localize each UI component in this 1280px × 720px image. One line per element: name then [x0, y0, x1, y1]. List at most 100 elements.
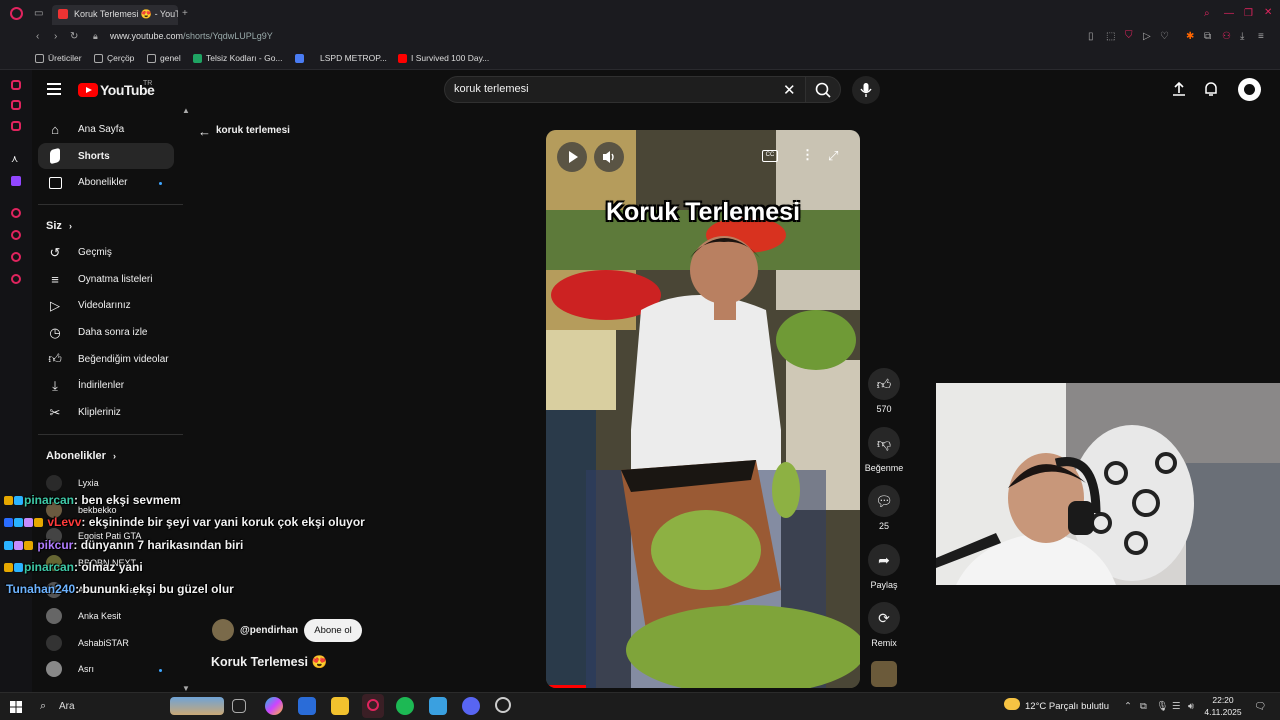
copilot-icon[interactable]	[265, 697, 283, 715]
sidebar-subscriptions-heading[interactable]: Abonelikler ›	[46, 450, 116, 462]
search-query[interactable]: koruk terlemesi	[454, 83, 529, 95]
sidebar-settings-icon[interactable]	[11, 274, 21, 284]
url-field[interactable]: www.youtube.com/shorts/YqdwLUPLg9Y	[110, 31, 273, 41]
search-button[interactable]	[805, 76, 841, 103]
sidebar-item-history[interactable]: Geçmiş	[78, 247, 112, 258]
captions-icon[interactable]: CC	[762, 150, 778, 162]
bookmark-item[interactable]: I Survived 100 Day...	[411, 53, 489, 63]
obs-icon[interactable]	[495, 697, 511, 713]
fullscreen-icon[interactable]: ⤢	[828, 148, 838, 164]
maximize-icon[interactable]: ❐	[1244, 8, 1253, 19]
back-to-search-link[interactable]: koruk terlemesi	[216, 125, 290, 136]
sidebar-player-icon[interactable]	[11, 208, 21, 218]
sidebar-scroll-up-icon[interactable]: ▲	[182, 106, 190, 115]
sidebar-messenger-icon[interactable]	[11, 100, 21, 110]
search-tabs-icon[interactable]: ⌕	[1204, 8, 1210, 19]
hamburger-menu-icon[interactable]	[47, 83, 61, 95]
bookmark-icon[interactable]: ▯	[1088, 31, 1094, 42]
app-icon[interactable]	[429, 697, 447, 715]
network-icon[interactable]: ☰	[1172, 701, 1181, 712]
volume-tray-icon[interactable]: 🔊︎	[1188, 701, 1194, 712]
progress-bar[interactable]	[546, 685, 586, 688]
dislike-button[interactable]: 👎︎	[868, 427, 900, 459]
bookmark-item[interactable]: Çerçöp	[107, 53, 134, 63]
screenshot-icon[interactable]: ⬚	[1106, 31, 1115, 42]
sidebar-ai-icon[interactable]: ⋏	[11, 154, 21, 165]
weather-icon[interactable]	[1004, 698, 1020, 710]
remix-button[interactable]: ⟳	[868, 602, 900, 634]
like-button[interactable]: 👍︎	[868, 368, 900, 400]
extension-icon[interactable]: ✱	[1186, 31, 1194, 42]
youtube-logo-icon[interactable]	[78, 83, 98, 97]
channel-name[interactable]: @pendirhan	[240, 625, 298, 636]
windows-start-icon[interactable]	[10, 700, 22, 718]
sidebar-history-icon[interactable]	[11, 230, 21, 240]
bookmark-item[interactable]: Üreticiler	[48, 53, 82, 63]
heart-icon[interactable]: ♡	[1160, 31, 1169, 42]
clear-search-icon[interactable]: ✕	[783, 81, 796, 99]
close-window-icon[interactable]: ✕	[1264, 7, 1272, 18]
reload-icon[interactable]: ↻	[70, 31, 78, 42]
tray-chevron-icon[interactable]: ⌃	[1124, 701, 1132, 712]
taskbar-search-label[interactable]: Ara	[59, 701, 75, 712]
channel-avatar[interactable]	[212, 619, 234, 641]
browser-tab[interactable]: Koruk Terlemesi 😍 - YouTube	[52, 5, 178, 25]
share-button[interactable]: ➦	[868, 544, 900, 576]
subscription-channel[interactable]: Asrı	[78, 664, 94, 674]
tab-list-icon[interactable]: ▭	[34, 8, 43, 19]
discord-icon[interactable]	[462, 697, 480, 715]
store-icon[interactable]	[298, 697, 316, 715]
task-view-icon[interactable]	[232, 699, 246, 713]
subscription-channel[interactable]: Lyxia	[78, 478, 99, 488]
file-explorer-icon[interactable]	[331, 697, 349, 715]
more-options-icon[interactable]: ⋮	[801, 147, 814, 163]
shield-icon[interactable]: ⛉	[1125, 30, 1133, 41]
sidebar-item-watch-later[interactable]: Daha sonra izle	[78, 327, 147, 338]
clock-time[interactable]: 22:20	[1206, 695, 1240, 705]
mute-button[interactable]	[594, 142, 624, 172]
back-arrow-icon[interactable]: ←	[198, 124, 211, 139]
account-avatar[interactable]	[1238, 78, 1261, 101]
opera-taskbar-icon[interactable]	[362, 694, 384, 718]
sidebar-ext-icon[interactable]	[11, 80, 21, 90]
play-button[interactable]	[557, 142, 587, 172]
tray-mic-icon[interactable]: 🎙︎	[1156, 701, 1168, 712]
sidebar-item-your-videos[interactable]: Videolarınız	[78, 300, 131, 311]
minimize-icon[interactable]: —	[1224, 8, 1234, 19]
sidebar-item-playlists[interactable]: Oynatma listeleri	[78, 274, 152, 285]
spotify-icon[interactable]	[396, 697, 414, 715]
bookmark-item[interactable]: Telsiz Kodları - Go...	[206, 53, 283, 63]
bookmark-item[interactable]: genel	[160, 53, 181, 63]
clock-date[interactable]: 4.11.2025	[1201, 707, 1245, 717]
search-highlight-icon[interactable]	[170, 697, 224, 715]
menu-icon[interactable]: ≡	[1258, 31, 1264, 42]
sidebar-item-clips[interactable]: Klipleriniz	[78, 407, 121, 418]
back-nav-icon[interactable]: ‹	[36, 31, 39, 42]
puzzle-icon[interactable]: ⧉	[1204, 31, 1211, 42]
sidebar-you-heading[interactable]: Siz ›	[46, 220, 72, 232]
sidebar-chat-icon[interactable]	[11, 121, 21, 131]
voice-search-button[interactable]	[852, 76, 880, 104]
comments-button[interactable]: 💬︎	[868, 485, 900, 517]
weather-status[interactable]: 12°C Parçalı bulutlu	[1025, 701, 1109, 712]
subscription-channel[interactable]: AshabiSTAR	[78, 638, 129, 648]
bookmark-item[interactable]: LSPD METROP...	[320, 53, 387, 63]
download-browser-icon[interactable]: ⤓	[1240, 31, 1244, 42]
new-tab-icon[interactable]: +	[182, 8, 188, 19]
create-upload-icon[interactable]	[1170, 80, 1188, 103]
opera-logo-icon[interactable]	[10, 7, 23, 20]
notification-center-icon[interactable]: 🗨︎	[1254, 701, 1266, 712]
taskbar-search-icon[interactable]: ⌕	[40, 700, 46, 713]
play-ext-icon[interactable]: ▷	[1143, 31, 1151, 42]
sidebar-item-downloads[interactable]: İndirilenler	[78, 380, 124, 391]
forward-nav-icon[interactable]: ›	[54, 31, 57, 42]
subscribe-button[interactable]: Abone ol	[304, 619, 362, 642]
subscription-channel[interactable]: Anka Kesit	[78, 611, 121, 621]
sound-thumbnail[interactable]	[871, 661, 897, 687]
notifications-bell-icon[interactable]	[1202, 80, 1220, 103]
shorts-video-player[interactable]: Koruk Terlemesi CC ⋮ ⤢	[546, 130, 860, 688]
twitch-icon[interactable]	[11, 176, 21, 186]
profile-ext-icon[interactable]: ⚇	[1222, 31, 1231, 42]
sidebar-pinboard-icon[interactable]	[11, 252, 21, 262]
tray-app-icon[interactable]: ⧉	[1140, 701, 1147, 712]
